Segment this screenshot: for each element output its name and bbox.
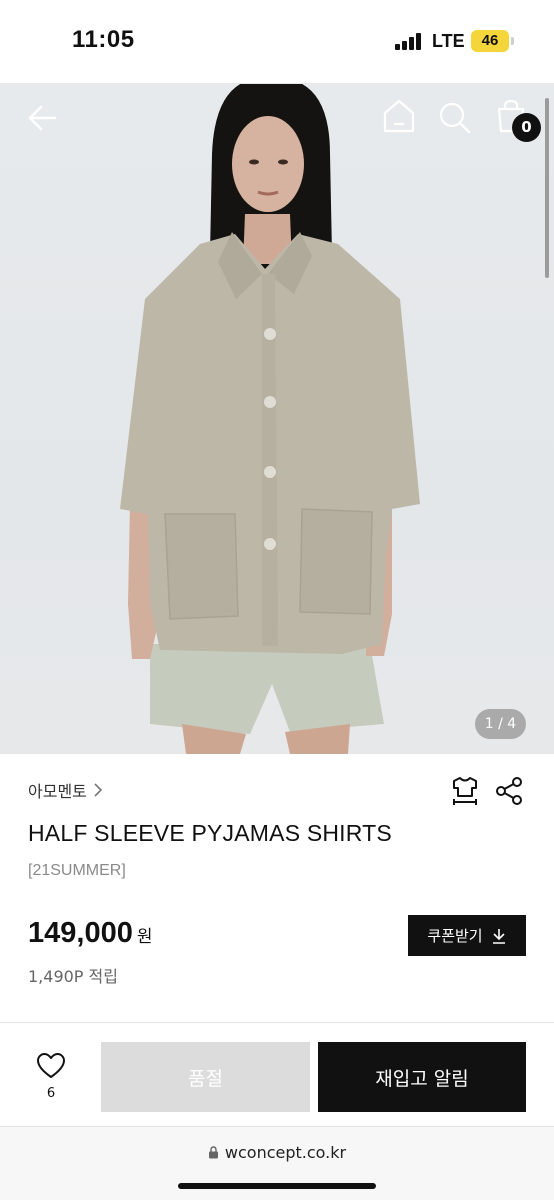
download-icon bbox=[492, 928, 505, 944]
battery-icon: 46 bbox=[471, 30, 509, 52]
model-illustration bbox=[120, 84, 420, 754]
cart-count-badge: 0 bbox=[512, 113, 541, 142]
soldout-button[interactable]: 품절 bbox=[101, 1042, 310, 1112]
search-icon[interactable] bbox=[438, 101, 472, 135]
brand-name: 아모멘토 bbox=[28, 782, 87, 801]
signal-icon bbox=[395, 33, 423, 50]
chevron-right-icon bbox=[94, 783, 103, 797]
url-display[interactable]: wconcept.co.kr bbox=[0, 1143, 554, 1162]
battery-tip bbox=[511, 37, 514, 45]
product-name: HALF SLEEVE PYJAMAS SHIRTS bbox=[28, 820, 392, 846]
reward-points: 1,490P 적립 bbox=[28, 967, 118, 986]
coupon-button[interactable]: 쿠폰받기 bbox=[408, 915, 526, 956]
wishlist-button[interactable]: 6 bbox=[28, 1052, 74, 1108]
section-divider bbox=[0, 1022, 554, 1023]
brand-link[interactable]: 아모멘토 bbox=[28, 778, 103, 802]
wishlist-count: 6 bbox=[46, 1086, 56, 1101]
lock-icon bbox=[208, 1146, 218, 1159]
home-icon[interactable] bbox=[382, 98, 416, 134]
restock-alert-button[interactable]: 재입고 알림 bbox=[318, 1042, 526, 1112]
image-counter: 1 / 4 bbox=[475, 709, 526, 739]
url-text: wconcept.co.kr bbox=[224, 1143, 347, 1162]
home-indicator bbox=[178, 1183, 376, 1189]
price-row: 149,000 원 bbox=[28, 917, 152, 950]
share-icon[interactable] bbox=[495, 776, 523, 806]
status-bar: 11:05 LTE 46 bbox=[0, 0, 554, 84]
price-value: 149,000 bbox=[28, 917, 133, 949]
coupon-button-label: 쿠폰받기 bbox=[427, 927, 483, 945]
scrollbar[interactable] bbox=[545, 98, 549, 278]
status-time: 11:05 bbox=[72, 26, 135, 53]
price-currency: 원 bbox=[136, 927, 153, 947]
back-arrow-icon[interactable] bbox=[27, 102, 59, 134]
product-image[interactable] bbox=[0, 84, 554, 754]
season-label: [21SUMMER] bbox=[28, 862, 126, 879]
browser-url-bar[interactable]: wconcept.co.kr bbox=[0, 1126, 554, 1200]
product-tool-icons bbox=[451, 776, 523, 806]
size-guide-icon[interactable] bbox=[451, 776, 479, 806]
network-label: LTE bbox=[432, 31, 465, 51]
heart-icon bbox=[37, 1053, 65, 1078]
